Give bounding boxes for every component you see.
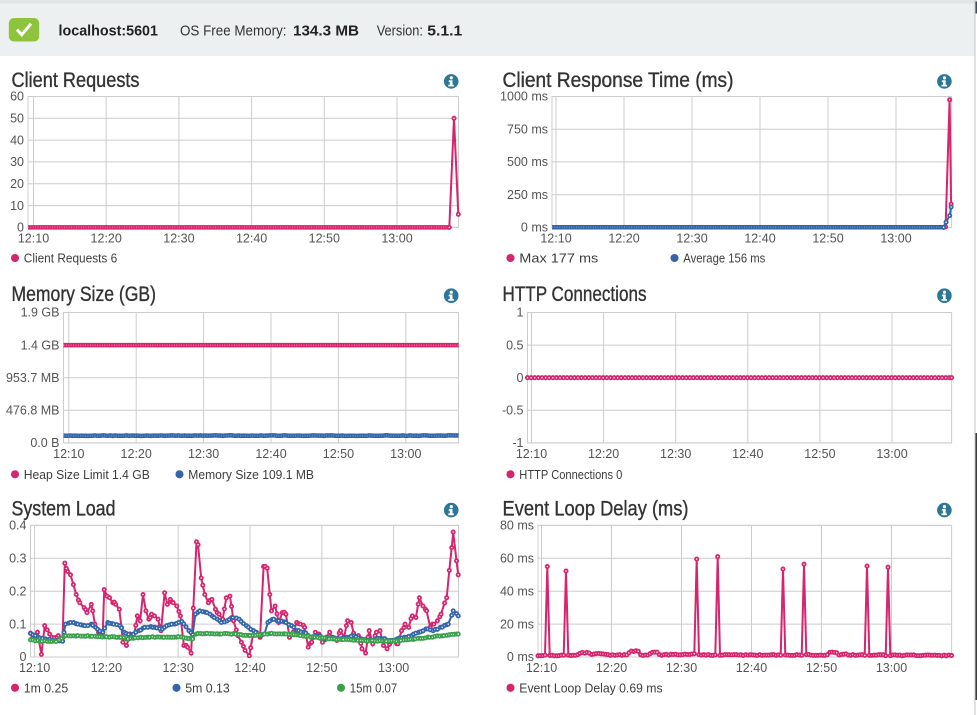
svg-text:12:40: 12:40 [255,447,286,461]
svg-text:12:40: 12:40 [234,661,265,675]
svg-text:1.9 GB: 1.9 GB [21,306,60,320]
svg-text:10: 10 [10,199,24,213]
svg-text:250 ms: 250 ms [507,188,548,202]
svg-text:20 ms: 20 ms [500,617,534,631]
svg-text:-0.5: -0.5 [502,404,524,418]
svg-text:12:40: 12:40 [732,447,763,461]
svg-text:13:00: 13:00 [381,232,412,246]
svg-text:System Load: System Load [12,498,116,521]
svg-text:12:10: 12:10 [540,232,571,246]
svg-text:localhost:5601: localhost:5601 [59,23,159,40]
svg-text:953.7 MB: 953.7 MB [6,371,60,385]
svg-text:12:50: 12:50 [804,447,835,461]
svg-text:13:00: 13:00 [876,447,907,461]
svg-text:12:10: 12:10 [53,447,84,461]
svg-text:HTTP Connections 0: HTTP Connections 0 [519,467,622,482]
svg-text:12:30: 12:30 [676,232,707,246]
svg-text:12:10: 12:10 [18,232,49,246]
svg-text:12:30: 12:30 [163,661,194,675]
svg-text:12:40: 12:40 [236,232,267,246]
svg-text:40 ms: 40 ms [500,584,534,598]
svg-text:20: 20 [10,177,24,191]
svg-text:13:00: 13:00 [876,661,907,675]
svg-text:13:00: 13:00 [378,661,409,675]
svg-text:12:30: 12:30 [163,232,194,246]
svg-text:5m 0.13: 5m 0.13 [185,681,229,696]
svg-text:Version:: Version: [377,23,423,40]
svg-text:12:50: 12:50 [812,232,843,246]
svg-text:Memory Size (GB): Memory Size (GB) [12,283,157,306]
svg-text:0.2: 0.2 [9,584,26,598]
svg-text:1.4 GB: 1.4 GB [21,338,60,352]
svg-text:12:20: 12:20 [121,447,152,461]
svg-text:30: 30 [10,155,24,169]
svg-text:12:20: 12:20 [91,232,122,246]
svg-text:476.8 MB: 476.8 MB [6,404,60,418]
svg-text:12:20: 12:20 [91,661,122,675]
svg-text:12:20: 12:20 [596,661,627,675]
svg-text:1m 0.25: 1m 0.25 [24,681,68,696]
svg-text:0.1: 0.1 [9,617,26,631]
svg-text:Average 156 ms: Average 156 ms [683,251,765,266]
svg-text:Memory Size 109.1 MB: Memory Size 109.1 MB [188,467,314,482]
svg-text:13:00: 13:00 [880,232,911,246]
svg-text:12:40: 12:40 [736,661,767,675]
svg-text:0: 0 [517,371,524,385]
svg-text:15m 0.07: 15m 0.07 [350,681,397,696]
svg-text:1: 1 [517,306,524,320]
svg-text:Event Loop Delay (ms): Event Loop Delay (ms) [503,498,689,521]
svg-text:Client Requests: Client Requests [12,69,140,92]
svg-text:50: 50 [10,112,24,126]
svg-text:12:10: 12:10 [516,447,547,461]
svg-text:40: 40 [10,133,24,147]
svg-text:0.3: 0.3 [9,552,26,566]
svg-text:12:10: 12:10 [19,661,50,675]
svg-text:12:50: 12:50 [806,661,837,675]
svg-text:134.3 MB: 134.3 MB [293,23,359,40]
svg-text:12:50: 12:50 [323,447,354,461]
svg-text:12:30: 12:30 [188,447,219,461]
svg-text:Heap Size Limit 1.4 GB: Heap Size Limit 1.4 GB [24,467,150,482]
svg-text:Max 177 ms: Max 177 ms [519,251,599,266]
svg-text:500 ms: 500 ms [507,155,548,169]
svg-text:0.5: 0.5 [506,338,523,352]
svg-text:0.4: 0.4 [9,519,26,533]
svg-text:12:10: 12:10 [526,661,557,675]
svg-text:OS Free Memory:: OS Free Memory: [180,23,287,40]
svg-text:Event Loop Delay 0.69 ms: Event Loop Delay 0.69 ms [519,681,663,696]
svg-text:12:50: 12:50 [306,661,337,675]
svg-text:12:50: 12:50 [309,232,340,246]
svg-text:5.1.1: 5.1.1 [427,23,462,40]
svg-text:Client Requests 6: Client Requests 6 [24,251,117,266]
svg-text:HTTP Connections: HTTP Connections [503,283,647,306]
svg-text:13:00: 13:00 [390,447,421,461]
svg-text:750 ms: 750 ms [507,122,548,136]
svg-text:Client Response Time (ms): Client Response Time (ms) [503,69,734,92]
svg-text:12:30: 12:30 [666,661,697,675]
svg-text:60 ms: 60 ms [500,552,534,566]
svg-text:12:20: 12:20 [608,232,639,246]
svg-text:12:20: 12:20 [588,447,619,461]
svg-text:12:40: 12:40 [744,232,775,246]
svg-text:80 ms: 80 ms [500,519,534,533]
svg-text:12:30: 12:30 [660,447,691,461]
